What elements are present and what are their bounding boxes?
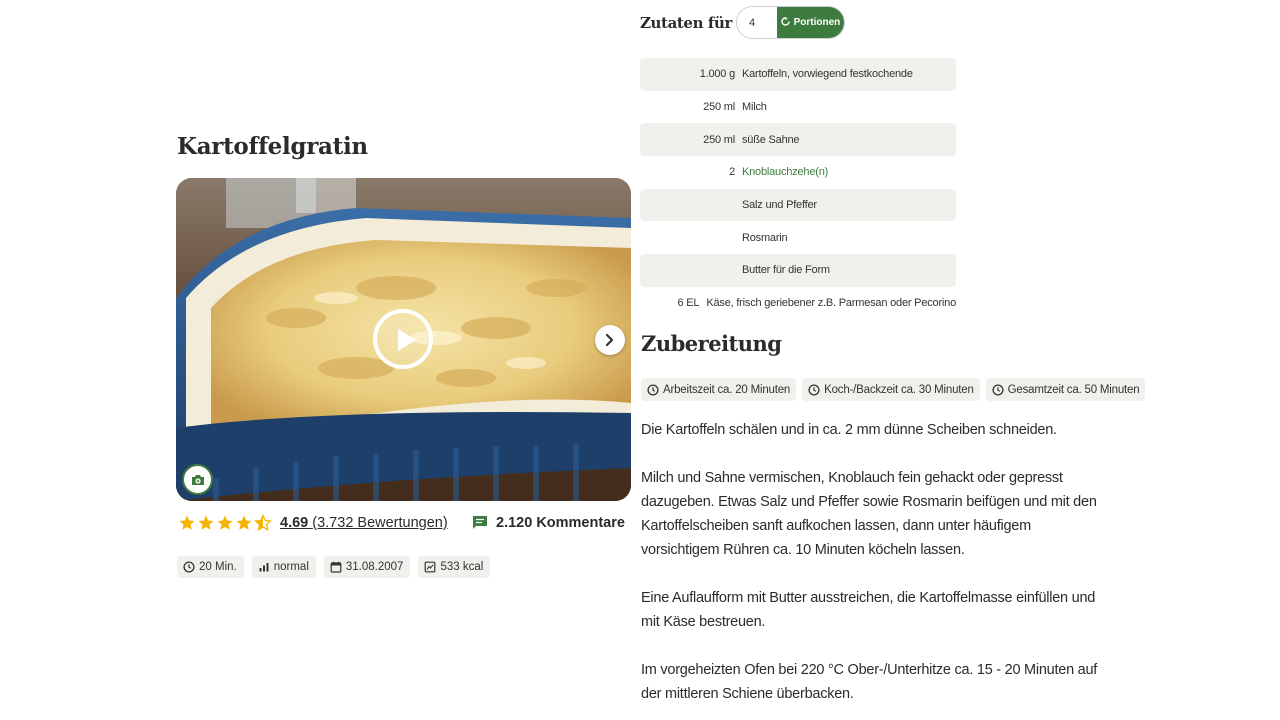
rating-link[interactable]: 4.69 (3.732 Bewertungen) [280,515,448,531]
ingredient-name: süße Sahne [742,133,800,146]
refresh-icon [780,17,790,26]
cook-time-text: Koch-/Backzeit ca. 30 Minuten [824,383,974,396]
servings-box: Portionen [735,6,845,39]
cook-time-chip: Koch-/Backzeit ca. 30 Minuten [802,378,980,401]
rating-count: (3.732 Bewertungen) [312,515,448,531]
ingredient-row: 2 Knoblauchzehe(n) [640,156,956,189]
star-half-icon [254,514,272,531]
ingredient-row: 6 EL Käse, frisch geriebener z.B. Parmes… [640,287,957,320]
ingredient-amount: 250 ml [703,133,735,146]
ingredient-amount: 6 EL [677,297,700,310]
chevron-right-icon [605,333,614,347]
meta-time: 20 Min. [177,556,244,578]
meta-date-text: 31.08.2007 [345,561,404,573]
preparation-steps: Die Kartoffeln schälen und in ca. 2 mm d… [641,418,1111,720]
meta-calories: 533 kcal [418,556,491,578]
play-icon [398,329,416,351]
ingredient-amount: 2 [729,166,735,179]
meta-difficulty: normal [251,556,316,578]
meta-date: 31.08.2007 [323,556,411,578]
preparation-step: Die Kartoffeln schälen und in ca. 2 mm d… [641,422,1057,438]
clock-icon [808,383,820,396]
comments-count: 2.120 Kommentare [496,515,625,531]
rating-average: 4.69 [280,515,309,531]
ingredient-row: 250 ml süße Sahne [640,123,956,157]
play-video-button[interactable] [373,309,433,369]
ingredient-link[interactable]: Knoblauchzehe(n) [742,166,828,178]
meta-time-text: 20 Min. [199,561,237,573]
comments-link[interactable]: 2.120 Kommentare [472,511,625,535]
meta-difficulty-text: normal [273,561,309,573]
work-time-chip: Arbeitszeit ca. 20 Minuten [641,378,797,401]
ingredient-amount: 1.000 g [699,68,736,81]
meta-calories-text: 533 kcal [440,561,484,573]
clock-icon [992,383,1004,396]
total-time-text: Gesamtzeit ca. 50 Minuten [1007,383,1140,396]
comment-icon [473,516,487,529]
calories-icon [425,561,436,573]
recipe-meta: 20 Min. normal 31.08.2007 533 kcal [177,556,491,578]
star-full-icon [179,515,195,530]
clock-icon [183,561,195,573]
add-photo-button[interactable] [182,464,213,495]
ingredient-name: Salz und Pfeffer [742,199,817,212]
star-full-icon [217,515,233,530]
ingredient-row: 250 ml Milch [640,91,956,124]
ingredient-name: Käse, frisch geriebener z.B. Parmesan od… [706,297,956,310]
ingredient-row: 1.000 g Kartoffeln, vorwiegend festkoche… [640,58,956,91]
ingredient-name: Rosmarin [742,231,788,244]
ingredient-row: Salz und Pfeffer [640,188,956,222]
servings-label: Zutaten für [640,13,732,32]
ingredient-row: Rosmarin [640,221,956,254]
preparation-times: Arbeitszeit ca. 20 Minuten Koch-/Backzei… [641,378,1146,401]
preparation-step: Milch und Sahne vermischen, Knoblauch fe… [641,470,1097,558]
rating-stars [178,514,272,532]
ingredients-table: 1.000 g Kartoffeln, vorwiegend festkoche… [640,58,956,320]
star-full-icon [198,515,214,530]
ingredient-amount: 250 ml [703,101,735,114]
preparation-step: Eine Auflaufform mit Butter ausstreichen… [641,590,1096,630]
star-full-icon [236,515,252,530]
recipe-title: Kartoffelgratin [177,133,368,160]
preparation-step: Im vorgeheizten Ofen bei 220 °C Ober-/Un… [641,662,1098,702]
update-portions-label: Portionen [793,17,841,28]
next-image-button[interactable] [595,325,625,355]
servings-input[interactable] [736,7,777,38]
camera-plus-icon [192,475,204,485]
ingredient-row: Butter für die Form [640,254,956,287]
ingredient-name: Milch [742,101,767,114]
total-time-chip: Gesamtzeit ca. 50 Minuten [985,378,1146,401]
clock-icon [647,383,659,396]
servings-control: Zutaten für Portionen [640,6,845,39]
rating-row: 4.69 (3.732 Bewertungen) [178,511,448,535]
ingredient-name: Butter für die Form [742,264,830,277]
difficulty-icon [259,563,269,572]
preparation-title: Zubereitung [641,331,782,356]
calendar-icon [330,561,342,573]
work-time-text: Arbeitszeit ca. 20 Minuten [663,383,791,396]
update-portions-button[interactable]: Portionen [776,7,844,38]
ingredient-name: Kartoffeln, vorwiegend festkochende [742,68,913,81]
